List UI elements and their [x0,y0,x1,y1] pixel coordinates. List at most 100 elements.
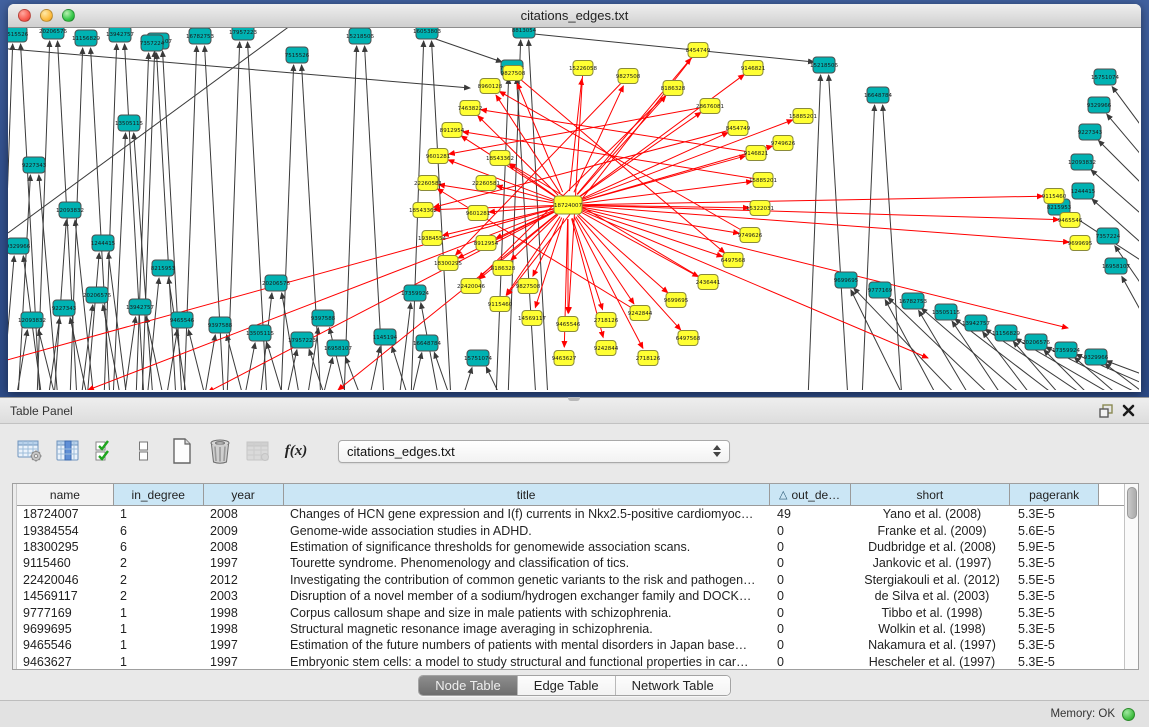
graph-node[interactable]: 8454749 [726,121,751,136]
table-row[interactable]: 969969511998Structural magnetic resonanc… [17,621,1124,637]
graph-node[interactable]: 14569117 [518,311,546,326]
graph-node[interactable]: 8186328 [661,81,686,96]
graph-node[interactable]: 16958107 [1102,258,1130,274]
column-header-pagerank[interactable]: pagerank [1010,484,1099,505]
float-panel-icon[interactable] [1095,402,1117,420]
tab-edge-table[interactable]: Edge Table [517,676,615,695]
column-header-short[interactable]: short [851,484,1011,505]
graph-node[interactable]: 17957223 [229,28,257,40]
graph-node[interactable]: 2718126 [594,313,619,328]
graph-node[interactable]: 9601281 [466,206,491,221]
close-window-button[interactable] [18,9,31,22]
table-row[interactable]: 946554611997Estimation of the future num… [17,637,1124,653]
graph-node[interactable]: 6497568 [721,253,746,268]
table-row[interactable]: 1830029562008Estimation of significance … [17,539,1124,555]
graph-node[interactable]: 9749626 [738,228,763,243]
graph-node[interactable]: 9397588 [208,317,233,333]
table-row[interactable]: 1872400712008Changes of HCN gene express… [17,506,1124,522]
graph-node[interactable]: 7357224 [140,35,165,51]
column-header-out_de[interactable]: △out_de… [770,484,851,505]
graph-node[interactable]: 9227343 [52,300,77,316]
graph-node[interactable]: 18300295 [434,256,462,271]
function-builder-icon[interactable]: f(x) [282,437,310,465]
close-panel-icon[interactable] [1117,402,1139,420]
graph-node[interactable]: 9242844 [628,306,653,321]
graph-node[interactable]: 28676081 [696,99,724,114]
graph-node[interactable]: 13505115 [246,325,274,341]
graph-node[interactable]: 2718126 [636,351,661,366]
vertical-scrollbar[interactable] [1124,484,1138,669]
tab-network-table[interactable]: Network Table [615,676,730,695]
graph-node[interactable]: 12093832 [18,312,46,328]
graph-node[interactable]: 9465546 [1058,213,1083,228]
tab-node-table[interactable]: Node Table [419,676,517,695]
graph-node[interactable]: 13505115 [115,115,143,131]
graph-node[interactable]: 15218506 [810,57,838,73]
graph-node[interactable]: 9397588 [311,310,336,326]
graph-node[interactable]: 13942757 [126,299,154,315]
graph-node[interactable]: 9827508 [501,66,526,81]
graph-node[interactable]: 7515526 [285,47,310,63]
network-view-canvas[interactable]: 7515526 20206576 11156829 13942757 16958107 1… [8,28,1139,390]
column-header-title[interactable]: title [284,484,770,505]
graph-node[interactable]: 9329966 [1084,349,1109,365]
graph-node[interactable]: 9601281 [426,149,451,164]
select-all-rows-icon[interactable] [92,437,120,465]
graph-node[interactable]: 15751074 [464,350,492,366]
graph-node[interactable]: 9242844 [594,341,619,356]
graph-node[interactable]: 9329966 [8,238,31,254]
graph-node[interactable]: 13942757 [106,28,134,42]
graph-node[interactable]: 13505115 [932,304,960,320]
graph-node[interactable]: 15226058 [569,61,597,76]
graph-node[interactable]: 9115460 [1042,189,1067,204]
graph-node[interactable]: 22260581 [414,176,442,191]
graph-node[interactable]: 22260581 [472,176,500,191]
graph-node[interactable]: 9827508 [516,279,541,294]
new-document-icon[interactable] [168,437,196,465]
vertical-scrollbar-thumb[interactable] [1127,487,1137,519]
graph-node[interactable]: 13942757 [962,315,990,331]
column-header-name[interactable]: name [17,484,114,505]
graph-node[interactable]: 9463627 [552,351,577,366]
graph-node[interactable]: 15885201 [789,109,817,124]
graph-node[interactable]: 9699695 [664,293,689,308]
graph-node[interactable]: 20206576 [83,287,111,303]
graph-node[interactable]: 12093832 [1068,154,1096,170]
graph-node[interactable]: 9465546 [170,312,195,328]
graph-node[interactable]: 17957223 [288,332,316,348]
graph-node[interactable]: 19384554 [418,231,446,246]
graph-node[interactable]: 8813054 [512,28,537,38]
zoom-window-button[interactable] [62,9,75,22]
graph-node[interactable]: 8215953 [151,260,176,276]
table-row[interactable]: 946362711997Embryonic stem cells: a mode… [17,654,1124,669]
graph-node[interactable]: 11156829 [72,30,100,46]
graph-node[interactable]: 16782753 [899,293,927,309]
graph-node[interactable]: 6497568 [676,331,701,346]
graph-node[interactable]: 8912954 [440,123,465,138]
column-header-year[interactable]: year [204,484,284,505]
graph-node[interactable]: 9146821 [744,146,769,161]
table-settings-icon[interactable] [16,437,44,465]
graph-node[interactable]: 17359924 [401,285,429,301]
graph-node[interactable]: 16782753 [186,28,214,44]
graph-node[interactable]: 9777169 [868,282,893,298]
graph-node[interactable]: 9465546 [556,317,581,332]
graph-node[interactable]: 9227343 [1078,124,1103,140]
table-row[interactable]: 977716911998Corpus callosum shape and si… [17,604,1124,620]
table-row[interactable]: 2242004622012Investigating the contribut… [17,572,1124,588]
graph-node[interactable]: 9146821 [741,61,766,76]
graph-node[interactable]: 12093832 [56,202,84,218]
graph-node[interactable]: 18543362 [409,203,437,218]
graph-node[interactable]: 9699695 [1068,236,1093,251]
graph-node[interactable]: 2436441 [696,275,721,290]
graph-node[interactable]: 16648784 [864,87,892,103]
graph-node[interactable]: 7357224 [1096,228,1121,244]
graph-node[interactable]: 15751074 [1091,69,1119,85]
graph-node[interactable]: 20206576 [262,275,290,291]
delete-trash-icon[interactable] [206,437,234,465]
graph-node[interactable]: 22420046 [457,279,485,294]
column-header-in_degree[interactable]: in_degree [114,484,204,505]
table-column-select-icon[interactable] [54,437,82,465]
graph-node[interactable]: 9329966 [1087,97,1112,113]
graph-node[interactable]: 9227343 [22,157,47,173]
